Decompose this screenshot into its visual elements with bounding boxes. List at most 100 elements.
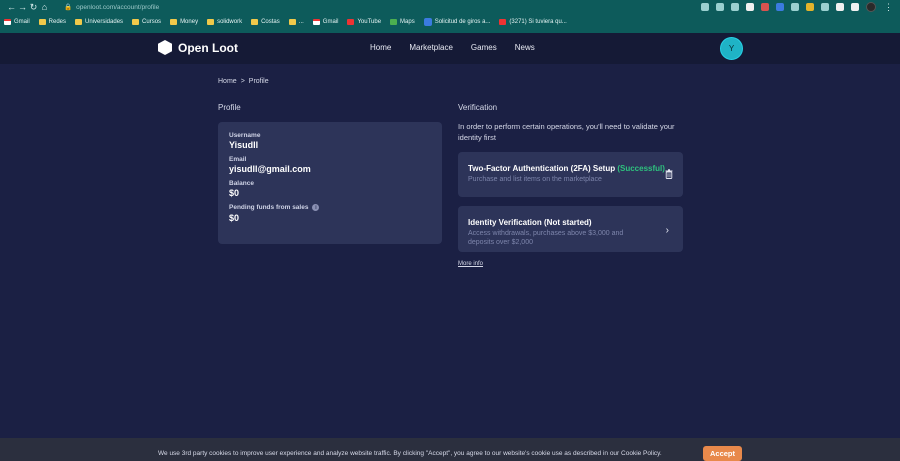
folder-icon — [38, 19, 46, 25]
zoom-icon[interactable] — [716, 3, 724, 11]
trash-icon[interactable] — [665, 169, 673, 179]
bookmark-item[interactable]: Universidades — [75, 19, 123, 25]
identity-subtitle: Access withdrawals, purchases above $3,0… — [468, 230, 624, 246]
nav-games[interactable]: Games — [471, 43, 497, 52]
bookmark-label: Redes — [48, 19, 67, 25]
gmail-icon — [4, 19, 11, 25]
cookie-text: We use 3rd party cookies to improve user… — [158, 450, 662, 457]
bookmark-label: Solicitud de giros a... — [434, 19, 491, 25]
username-value: Yisudll — [229, 140, 259, 150]
twofa-card[interactable]: Two-Factor Authentication (2FA) Setup (S… — [458, 152, 683, 197]
bookmark-item[interactable]: Gmail — [4, 19, 30, 25]
bookmark-item[interactable]: solidwork — [207, 19, 242, 25]
maps-icon — [390, 19, 398, 25]
share-icon[interactable] — [731, 3, 739, 11]
bookmark-item[interactable]: Solicitud de giros a... — [423, 18, 491, 26]
twofa-title-text: Two-Factor Authentication (2FA) Setup — [468, 164, 616, 173]
email-label: Email — [229, 156, 247, 163]
forward-icon[interactable]: → — [17, 2, 28, 13]
gmail-icon — [312, 19, 320, 25]
menu-icon[interactable]: ⋮ — [883, 2, 894, 13]
folder-icon — [75, 19, 83, 25]
bookmark-label: Gmail — [322, 19, 339, 25]
folder-icon — [170, 19, 178, 25]
reload-icon[interactable]: ↻ — [28, 2, 39, 13]
url-bar[interactable]: 🔒 openloot.com/account/profile — [64, 2, 704, 12]
user-avatar-button[interactable]: Y — [720, 37, 743, 60]
nav-home[interactable]: Home — [370, 43, 391, 52]
email-value: yisudll@gmail.com — [229, 164, 311, 174]
browser-profile-icon[interactable] — [866, 2, 876, 12]
browser-chrome: ← → ↻ ⌂ 🔒 openloot.com/account/profile ⋮… — [0, 0, 900, 33]
main-nav: Home Marketplace Games News — [370, 43, 535, 52]
puzzle-icon[interactable] — [836, 3, 844, 11]
extension-icon[interactable] — [806, 3, 814, 11]
bookmark-label: Cursos — [142, 19, 162, 25]
bookmark-item[interactable]: (3271) Si tuviera qu... — [499, 19, 567, 25]
bookmark-label: (3271) Si tuviera qu... — [509, 19, 567, 25]
site-header: Open Loot Home Marketplace Games News Y — [0, 33, 900, 64]
bookmark-label: Costas — [261, 19, 280, 25]
folder-icon — [251, 19, 259, 25]
info-icon[interactable]: i — [312, 204, 320, 211]
bookmark-label: Universidades — [85, 19, 124, 25]
youtube-icon — [499, 19, 507, 25]
bookmark-item[interactable]: ... — [288, 19, 304, 25]
extension-icon[interactable] — [821, 3, 829, 11]
profile-card: Username Yisudll Email yisudll@gmail.com… — [218, 122, 442, 244]
nav-marketplace[interactable]: Marketplace — [409, 43, 453, 52]
logo-text: Open Loot — [178, 40, 238, 55]
breadcrumb-home[interactable]: Home — [218, 78, 237, 85]
bookmark-item[interactable]: YouTube — [347, 19, 381, 25]
identity-card[interactable]: Identity Verification (Not started) Acce… — [458, 206, 683, 252]
bookmark-label: Money — [180, 19, 199, 25]
twofa-status: (Successful) — [617, 164, 665, 173]
balance-value: $0 — [229, 188, 240, 198]
extension-icon[interactable] — [776, 3, 784, 11]
extension-icon[interactable] — [761, 3, 769, 11]
bookmark-item[interactable]: Gmail — [312, 19, 339, 25]
pending-value: $0 — [229, 213, 240, 223]
nav-news[interactable]: News — [515, 43, 535, 52]
star-icon[interactable] — [746, 3, 754, 11]
twofa-title: Two-Factor Authentication (2FA) Setup (S… — [468, 164, 673, 173]
bookmark-label: Gmail — [14, 19, 30, 25]
extension-icon[interactable] — [791, 3, 799, 11]
folder-icon — [288, 19, 296, 25]
username-label: Username — [229, 132, 261, 139]
folder-icon — [207, 19, 215, 25]
accept-button[interactable]: Accept — [703, 446, 742, 461]
identity-title: Identity Verification (Not started) — [468, 218, 592, 227]
bookmarks-bar: Gmail Redes Universidades Cursos Money solidw… — [4, 16, 567, 28]
pending-row: Pending funds from sales i — [229, 204, 431, 211]
translate-icon[interactable] — [701, 3, 709, 11]
breadcrumb-current: Profile — [248, 78, 269, 85]
url-text: openloot.com/account/profile — [76, 3, 160, 11]
site-icon — [423, 18, 432, 26]
balance-label: Balance — [229, 180, 254, 187]
bookmark-item[interactable]: Costas — [251, 19, 280, 25]
cookie-banner: We use 3rd party cookies to improve user… — [0, 438, 900, 461]
lock-icon: 🔒 — [64, 4, 73, 11]
breadcrumb-separator: > — [240, 78, 245, 85]
bookmark-label: solidwork — [217, 19, 243, 25]
back-icon[interactable]: ← — [6, 2, 17, 13]
extension-toolbar: ⋮ — [701, 2, 894, 12]
more-info-link[interactable]: More info — [458, 261, 483, 267]
bookmark-item[interactable]: Money — [170, 19, 198, 25]
cube-logo-icon — [158, 40, 172, 55]
chevron-right-icon: › — [665, 225, 669, 236]
bookmark-item[interactable]: Maps — [390, 19, 415, 25]
home-icon[interactable]: ⌂ — [39, 2, 50, 13]
logo[interactable]: Open Loot — [158, 40, 238, 55]
pending-label: Pending funds from sales — [229, 204, 309, 211]
verification-title: Verification — [458, 103, 498, 112]
bookmark-item[interactable]: Redes — [38, 19, 67, 25]
profile-title: Profile — [218, 103, 241, 112]
bookmark-item[interactable]: Cursos — [132, 19, 161, 25]
sidebar-icon[interactable] — [851, 3, 859, 11]
bookmark-label: YouTube — [357, 19, 382, 25]
breadcrumb: Home > Profile — [218, 78, 269, 85]
twofa-subtitle: Purchase and list items on the marketpla… — [468, 176, 602, 183]
youtube-icon — [347, 19, 355, 25]
